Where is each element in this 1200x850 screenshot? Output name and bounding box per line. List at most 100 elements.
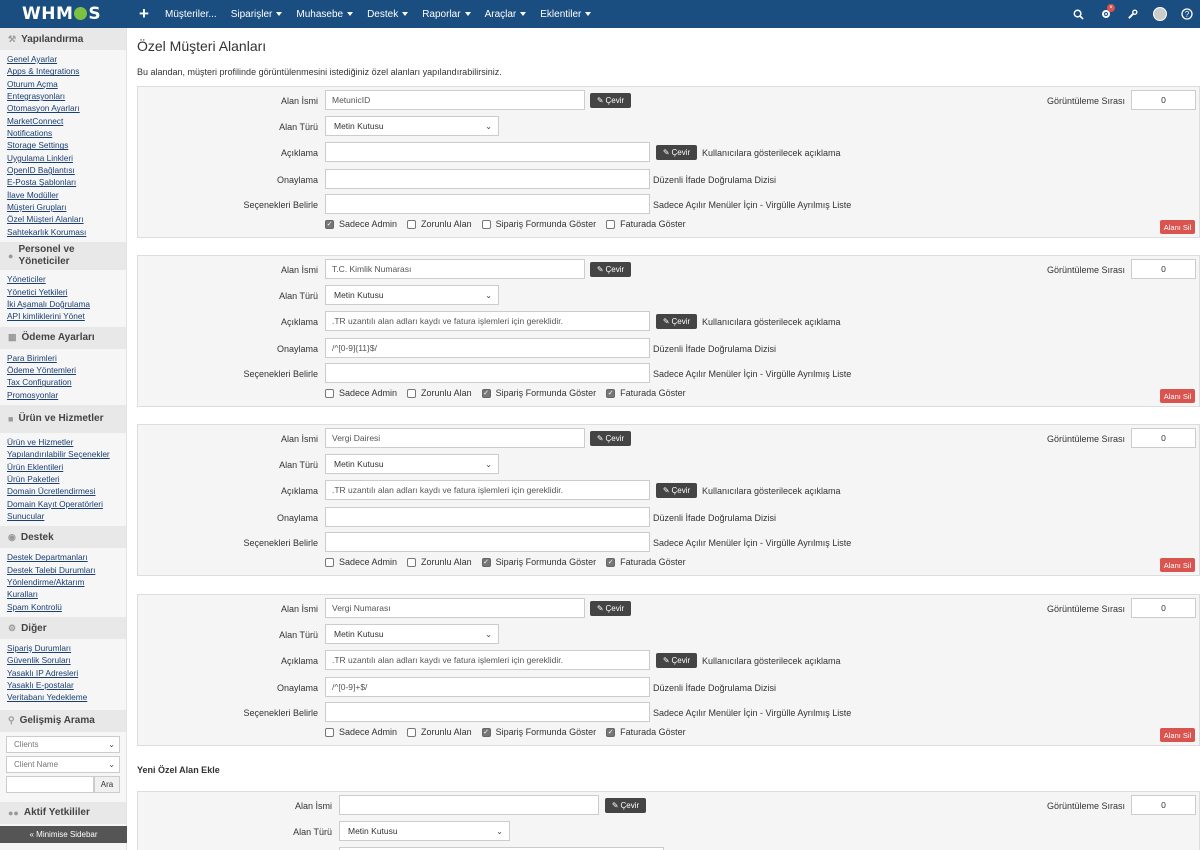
- sidebar-link[interactable]: Sahtekarlık Koruması: [7, 226, 126, 238]
- sidebar-link[interactable]: Özel Müşteri Alanları: [7, 213, 126, 225]
- new-display-order-input[interactable]: 0: [1131, 795, 1196, 815]
- field-validation-input[interactable]: [325, 507, 650, 527]
- checkbox-icon[interactable]: [481, 219, 491, 229]
- required-checkbox[interactable]: Zorunlu Alan: [407, 557, 472, 567]
- translate-name-button[interactable]: ✎ Çevir: [590, 431, 631, 446]
- search-icon[interactable]: [1065, 0, 1092, 28]
- translate-name-button[interactable]: ✎ Çevir: [590, 601, 631, 616]
- sidebar-link[interactable]: Kuralları: [7, 588, 126, 600]
- checkbox-icon[interactable]: [407, 219, 417, 229]
- sidebar-link[interactable]: Spam Kontrolü: [7, 601, 126, 613]
- field-desc-input[interactable]: .TR uzantılı alan adları kaydı ve fatura…: [325, 311, 650, 331]
- sidebar-link[interactable]: İlave Modüller: [7, 189, 126, 201]
- sidebar-link[interactable]: Uygulama Linkleri: [7, 152, 126, 164]
- checkbox-icon[interactable]: ✓: [481, 557, 491, 567]
- automation-status-icon[interactable]: ×: [1092, 0, 1119, 28]
- show-on-order-checkbox[interactable]: ✓ Sipariş Formunda Göster: [481, 388, 596, 398]
- checkbox-icon[interactable]: ✓: [325, 219, 334, 229]
- field-desc-input[interactable]: .TR uzantılı alan adları kaydı ve fatura…: [325, 650, 650, 670]
- sidebar-link[interactable]: Domain Ücretlendirmesi: [7, 485, 126, 497]
- sidebar-link[interactable]: Yönlendirme/Aktarım: [7, 576, 126, 588]
- sidebar-link[interactable]: Yasaklı E-postalar: [7, 679, 126, 691]
- sidebar-link[interactable]: API kimliklerini Yönet: [7, 310, 126, 322]
- sidebar-link[interactable]: Müşteri Grupları: [7, 201, 126, 213]
- sidebar-link[interactable]: Para Birimleri: [7, 352, 126, 364]
- checkbox-icon[interactable]: [606, 219, 616, 229]
- quick-add-icon[interactable]: +: [130, 4, 158, 24]
- field-type-select[interactable]: Metin Kutusu ⌄: [325, 285, 499, 305]
- nav-menu-item[interactable]: Destek: [360, 9, 415, 20]
- nav-menu-item[interactable]: Eklentiler: [533, 9, 598, 20]
- checkbox-icon[interactable]: [325, 388, 334, 398]
- required-checkbox[interactable]: Zorunlu Alan: [407, 219, 472, 229]
- wrench-icon[interactable]: [1119, 0, 1146, 28]
- sidebar-link[interactable]: Yasaklı IP Adresleri: [7, 667, 126, 679]
- sidebar-link[interactable]: Oturum Açma: [7, 78, 126, 90]
- nav-menu-item[interactable]: Siparişler: [224, 9, 290, 20]
- delete-field-button[interactable]: Alanı Sil: [1160, 728, 1195, 742]
- delete-field-button[interactable]: Alanı Sil: [1160, 389, 1195, 403]
- field-name-input[interactable]: Vergi Numarası: [325, 598, 585, 618]
- field-type-select[interactable]: Metin Kutusu ⌄: [325, 624, 499, 644]
- field-type-select[interactable]: Metin Kutusu ⌄: [325, 116, 499, 136]
- sidebar-link[interactable]: Yapılandırılabilir Seçenekler: [7, 448, 126, 460]
- sidebar-link[interactable]: Güvenlik Soruları: [7, 654, 126, 666]
- admin-only-checkbox[interactable]: Sadece Admin: [325, 388, 397, 398]
- sidebar-link[interactable]: Yönetici Yetkileri: [7, 286, 126, 298]
- display-order-input[interactable]: 0: [1131, 90, 1196, 110]
- checkbox-icon[interactable]: [407, 557, 417, 567]
- field-options-input[interactable]: [325, 702, 650, 722]
- nav-menu-item[interactable]: Raporlar: [415, 9, 477, 20]
- nav-menu-item[interactable]: Müşteriler...: [158, 9, 224, 20]
- display-order-input[interactable]: 0: [1131, 428, 1196, 448]
- sidebar-link[interactable]: İki Aşamalı Doğrulama: [7, 298, 126, 310]
- field-options-input[interactable]: [325, 532, 650, 552]
- checkbox-icon[interactable]: [325, 557, 334, 567]
- show-on-order-checkbox[interactable]: ✓ Sipariş Formunda Göster: [481, 557, 596, 567]
- whmcs-logo[interactable]: WHM S: [0, 0, 104, 28]
- field-type-select[interactable]: Metin Kutusu ⌄: [325, 454, 499, 474]
- display-order-input[interactable]: 0: [1131, 259, 1196, 279]
- display-order-input[interactable]: 0: [1131, 598, 1196, 618]
- checkbox-icon[interactable]: ✓: [481, 727, 491, 737]
- search-input[interactable]: [6, 775, 94, 793]
- required-checkbox[interactable]: Zorunlu Alan: [407, 727, 472, 737]
- checkbox-icon[interactable]: [407, 727, 417, 737]
- field-name-input[interactable]: Vergi Dairesi: [325, 428, 585, 448]
- search-type-select[interactable]: Clients ⌄: [6, 735, 120, 753]
- nav-menu-item[interactable]: Muhasebe: [289, 9, 360, 20]
- translate-desc-button[interactable]: ✎ Çevir: [656, 653, 697, 668]
- show-on-order-checkbox[interactable]: ✓ Sipariş Formunda Göster: [481, 727, 596, 737]
- sidebar-link[interactable]: Veritabanı Yedekleme: [7, 691, 126, 703]
- sidebar-link[interactable]: Ürün Eklentileri: [7, 461, 126, 473]
- field-options-input[interactable]: [325, 194, 650, 214]
- checkbox-icon[interactable]: ✓: [481, 388, 491, 398]
- show-on-invoice-checkbox[interactable]: ✓ Faturada Göster: [606, 727, 686, 737]
- sidebar-link[interactable]: Sunucular: [7, 510, 126, 522]
- checkbox-icon[interactable]: [325, 727, 334, 737]
- translate-desc-button[interactable]: ✎ Çevir: [656, 314, 697, 329]
- minimise-sidebar-button[interactable]: « Minimise Sidebar: [0, 826, 127, 843]
- translate-name-button[interactable]: ✎ Çevir: [605, 798, 646, 813]
- field-desc-input[interactable]: .TR uzantılı alan adları kaydı ve fatura…: [325, 480, 650, 500]
- sidebar-link[interactable]: Ürün Paketleri: [7, 473, 126, 485]
- translate-name-button[interactable]: ✎ Çevir: [590, 93, 631, 108]
- delete-field-button[interactable]: Alanı Sil: [1160, 220, 1195, 234]
- field-validation-input[interactable]: /^[0-9]+$/: [325, 677, 650, 697]
- field-desc-input[interactable]: [325, 142, 650, 162]
- sidebar-link[interactable]: Promosyonlar: [7, 389, 126, 401]
- sidebar-link[interactable]: MarketConnect: [7, 115, 126, 127]
- field-validation-input[interactable]: /^[0-9]{11}$/: [325, 338, 650, 358]
- translate-name-button[interactable]: ✎ Çevir: [590, 262, 631, 277]
- sidebar-link[interactable]: Sipariş Durumları: [7, 642, 126, 654]
- sidebar-link[interactable]: Ürün ve Hizmetler: [7, 436, 126, 448]
- checkbox-icon[interactable]: ✓: [606, 727, 616, 737]
- nav-menu-item[interactable]: Araçlar: [478, 9, 534, 20]
- show-on-order-checkbox[interactable]: Sipariş Formunda Göster: [481, 219, 596, 229]
- sidebar-link[interactable]: Entegrasyonları: [7, 90, 126, 102]
- show-on-invoice-checkbox[interactable]: Faturada Göster: [606, 219, 686, 229]
- sidebar-link[interactable]: Notifications: [7, 127, 126, 139]
- help-icon[interactable]: ?: [1173, 0, 1200, 28]
- search-button[interactable]: Ara: [94, 775, 120, 793]
- field-validation-input[interactable]: [325, 169, 650, 189]
